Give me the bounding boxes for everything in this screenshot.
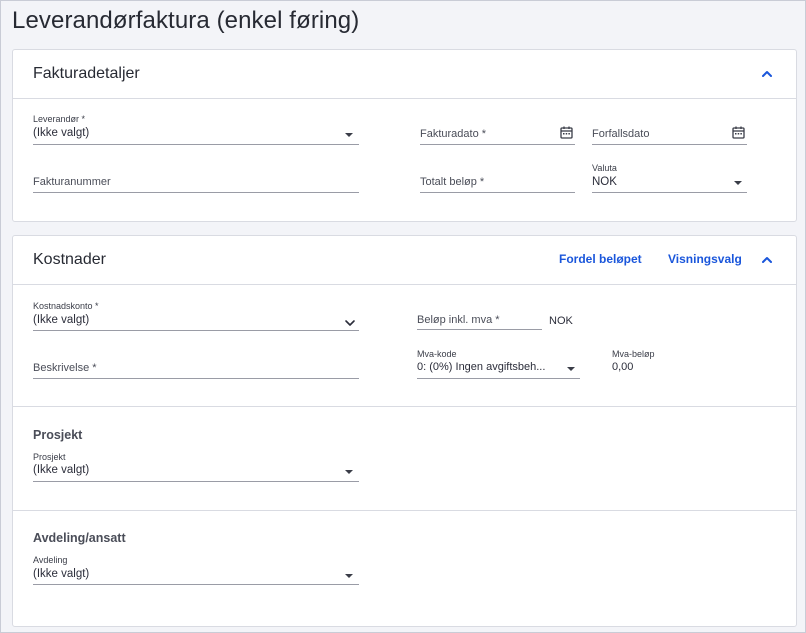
distribute-amount-button[interactable]: Fordel beløpet	[559, 252, 642, 266]
project-section-title: Prosjekt	[33, 428, 83, 442]
section-divider	[13, 406, 796, 407]
page-title: Leverandørfaktura (enkel føring)	[12, 7, 360, 34]
vat-amount-value: 0,00	[612, 361, 634, 373]
due-date-underline	[592, 143, 747, 145]
invoice-date-placeholder: Fakturadato *	[420, 128, 487, 140]
invoice-details-header[interactable]: Fakturadetaljer	[13, 50, 796, 99]
project-value: (Ikke valgt)	[33, 464, 90, 476]
total-amount-underline	[420, 191, 575, 193]
description-placeholder: Beskrivelse *	[33, 362, 97, 374]
amount-incl-vat-placeholder: Beløp inkl. mva *	[417, 314, 500, 326]
department-underline	[33, 583, 359, 585]
supplier-value: (Ikke valgt)	[33, 127, 90, 139]
vat-code-underline	[417, 377, 580, 379]
costs-panel: Kostnader Fordel beløpet Visningsvalg Ko…	[12, 235, 797, 627]
currency-label: Valuta	[592, 163, 617, 173]
costs-title: Kostnader	[33, 251, 106, 268]
department-label: Avdeling	[33, 555, 68, 565]
calendar-icon[interactable]	[732, 126, 745, 139]
section-divider	[13, 510, 796, 511]
invoice-number-underline	[33, 191, 359, 193]
dropdown-caret-icon	[567, 367, 575, 371]
currency-underline	[592, 191, 747, 193]
supplier-label: Leverandør *	[33, 114, 86, 124]
invoice-details-title: Fakturadetaljer	[33, 65, 140, 82]
amount-incl-vat-underline	[417, 328, 542, 330]
chevron-up-icon[interactable]	[760, 67, 774, 81]
chevron-down-icon	[345, 320, 355, 326]
invoice-date-underline	[420, 143, 575, 145]
dropdown-caret-icon	[345, 470, 353, 474]
dropdown-caret-icon	[734, 181, 742, 185]
costs-header[interactable]: Kostnader Fordel beløpet Visningsvalg	[13, 236, 796, 285]
dropdown-caret-icon	[345, 574, 353, 578]
supplier-underline	[33, 143, 359, 145]
vat-code-value: 0: (0%) Ingen avgiftsbeh...	[417, 361, 546, 373]
invoice-number-placeholder: Fakturanummer	[33, 176, 111, 188]
cost-account-underline	[33, 329, 359, 331]
project-label: Prosjekt	[33, 452, 66, 462]
vat-amount-label: Mva-beløp	[612, 349, 655, 359]
currency-value: NOK	[592, 176, 617, 188]
total-amount-placeholder: Totalt beløp *	[420, 176, 485, 188]
department-value: (Ikke valgt)	[33, 568, 90, 580]
amount-currency-label: NOK	[549, 315, 573, 327]
view-options-button[interactable]: Visningsvalg	[668, 252, 742, 266]
project-underline	[33, 480, 359, 482]
due-date-placeholder: Forfallsdato	[592, 128, 650, 140]
vat-code-label: Mva-kode	[417, 349, 457, 359]
cost-account-label: Kostnadskonto *	[33, 301, 99, 311]
dropdown-caret-icon	[345, 133, 353, 137]
department-section-title: Avdeling/ansatt	[33, 531, 126, 545]
cost-account-value: (Ikke valgt)	[33, 314, 90, 326]
description-underline	[33, 377, 359, 379]
chevron-up-icon[interactable]	[760, 253, 774, 267]
calendar-icon[interactable]	[560, 126, 573, 139]
invoice-details-panel: Fakturadetaljer Leverandør * (Ikke valgt…	[12, 49, 797, 222]
